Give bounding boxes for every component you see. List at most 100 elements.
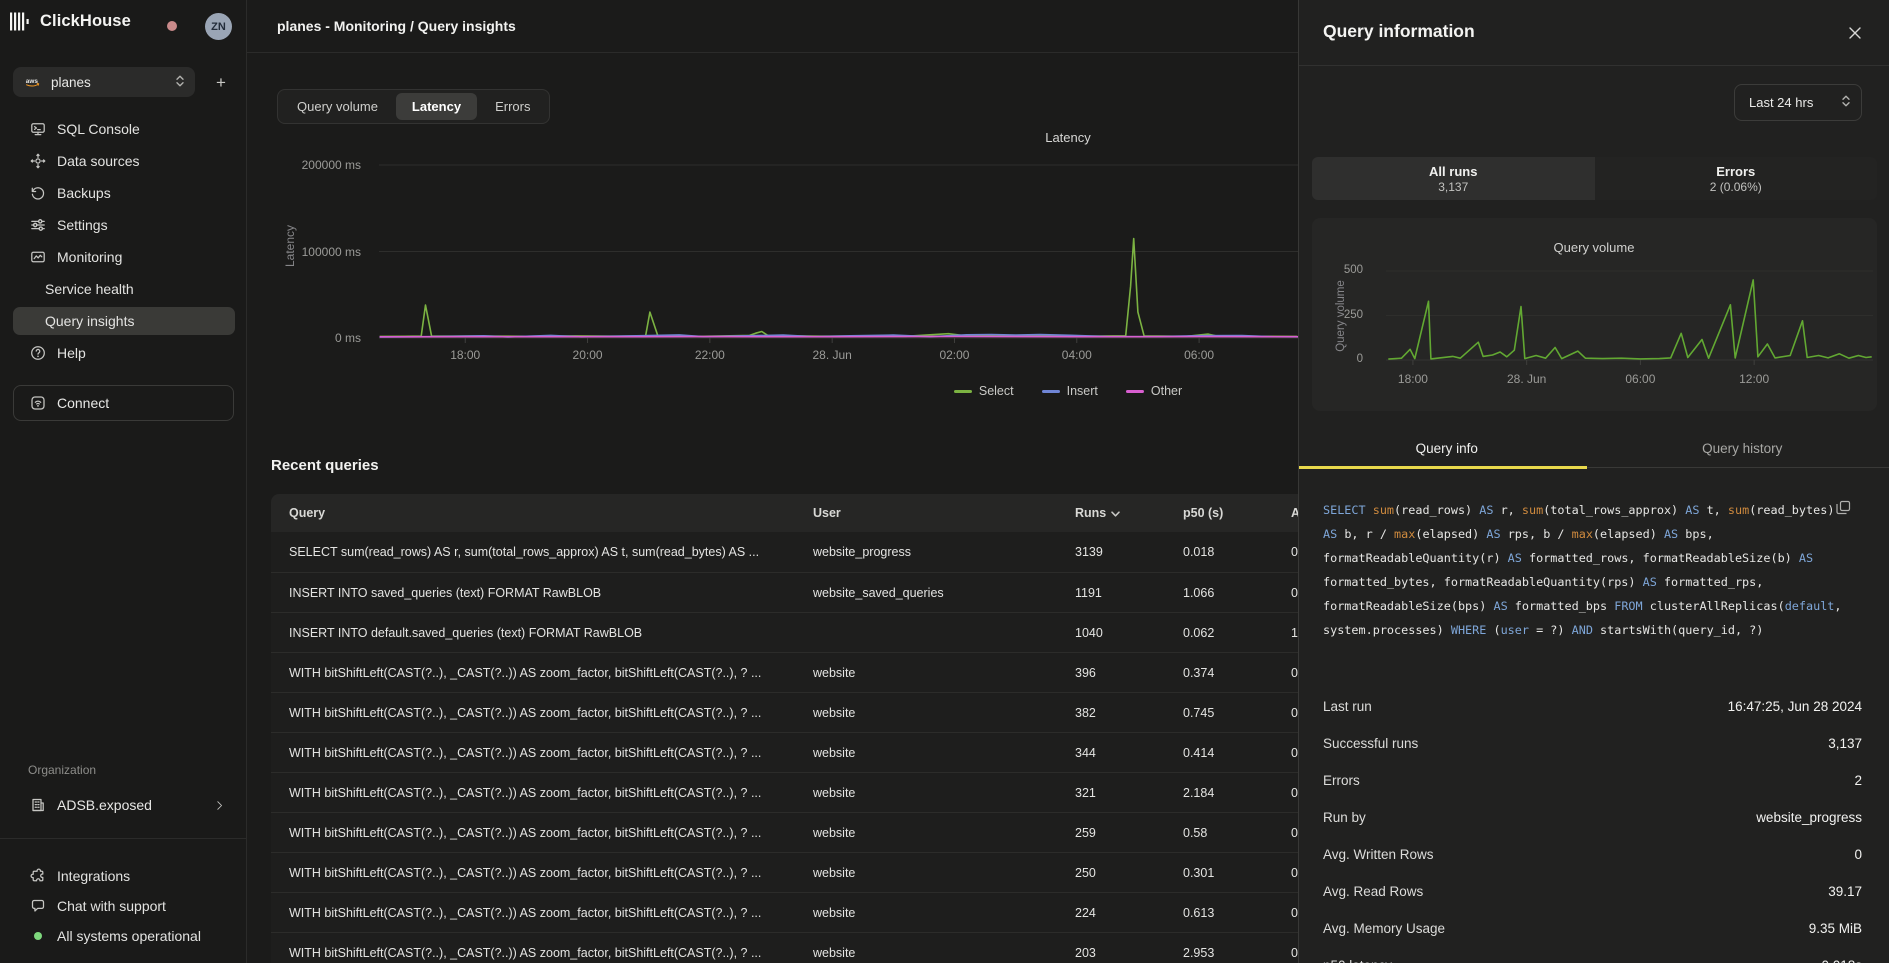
- table-row[interactable]: WITH bitShiftLeft(CAST(?..), _CAST(?..))…: [271, 772, 1361, 812]
- x-tick-label: 18:00: [1398, 372, 1428, 386]
- column-header-label: User: [813, 506, 841, 520]
- sidebar-item-chat-with-support[interactable]: Chat with support: [13, 892, 235, 920]
- stat-label: Last run: [1323, 699, 1372, 714]
- sidebar-item-service-health[interactable]: Service health: [13, 275, 235, 303]
- service-name: planes: [51, 75, 165, 90]
- latency-chart-title: Latency: [1045, 130, 1091, 145]
- tab-query-history[interactable]: Query history: [1595, 437, 1889, 467]
- table-row[interactable]: INSERT INTO default.saved_queries (text)…: [271, 612, 1361, 652]
- x-tick-label: 20:00: [573, 348, 603, 362]
- time-range-select[interactable]: Last 24 hrs: [1734, 84, 1862, 121]
- sidebar-item-query-insights[interactable]: Query insights: [13, 307, 235, 335]
- sidebar-item-all-systems-operational[interactable]: All systems operational: [13, 922, 235, 950]
- column-header-p50-s[interactable]: p50 (s): [1165, 506, 1273, 520]
- chevron-updown-icon: [1841, 94, 1851, 111]
- legend-label: Other: [1151, 384, 1182, 398]
- stat-value: 0.018s: [1821, 958, 1862, 963]
- panel-header: Query information: [1299, 0, 1889, 66]
- x-tick-label: 18:00: [450, 348, 480, 362]
- sidebar-item-label: Settings: [57, 217, 108, 233]
- runs-cell: 250: [1057, 866, 1165, 880]
- clickhouse-home-link[interactable]: ClickHouse: [10, 12, 131, 31]
- legend-label: Select: [979, 384, 1014, 398]
- connect-button[interactable]: Connect: [13, 385, 234, 421]
- tab-latency[interactable]: Latency: [396, 93, 477, 120]
- sidebar-item-label: Monitoring: [57, 249, 122, 265]
- x-tick-label: 22:00: [695, 348, 725, 362]
- column-header-user[interactable]: User: [795, 506, 1057, 520]
- stat-label: p50 latency: [1323, 958, 1392, 963]
- sidebar-item-sql-console[interactable]: SQL Console: [13, 115, 235, 143]
- close-icon[interactable]: [1847, 25, 1863, 41]
- summary-tab-errors[interactable]: Errors2 (0.06%): [1595, 157, 1878, 200]
- table-row[interactable]: SELECT sum(read_rows) AS r, sum(total_ro…: [271, 532, 1361, 572]
- p50-cell: 0.414: [1165, 746, 1273, 760]
- tab-errors[interactable]: Errors: [479, 93, 546, 120]
- legend-swatch: [954, 390, 972, 393]
- legend-item-select[interactable]: Select: [954, 384, 1014, 398]
- legend-item-other[interactable]: Other: [1126, 384, 1182, 398]
- p50-cell: 2.184: [1165, 786, 1273, 800]
- sidebar-item-data-sources[interactable]: Data sources: [13, 147, 235, 175]
- query-stats-list: Last run 16:47:25, Jun 28 2024 Successful …: [1323, 688, 1862, 963]
- column-header-query[interactable]: Query: [271, 506, 795, 520]
- tab-query-info[interactable]: Query info: [1299, 437, 1595, 467]
- add-service-button[interactable]: +: [210, 72, 232, 94]
- runs-cell: 396: [1057, 666, 1165, 680]
- summary-tab-label: All runs: [1429, 164, 1477, 179]
- monitoring-icon: [30, 249, 46, 265]
- sidebar-item-monitoring[interactable]: Monitoring: [13, 243, 235, 271]
- organization-switcher[interactable]: ADSB.exposed: [13, 791, 235, 819]
- column-header-runs[interactable]: Runs: [1057, 506, 1165, 520]
- query-cell: WITH bitShiftLeft(CAST(?..), _CAST(?..))…: [271, 666, 795, 680]
- table-row[interactable]: WITH bitShiftLeft(CAST(?..), _CAST(?..))…: [271, 652, 1361, 692]
- query-cell: WITH bitShiftLeft(CAST(?..), _CAST(?..))…: [271, 706, 795, 720]
- query-cell: SELECT sum(read_rows) AS r, sum(total_ro…: [271, 545, 795, 559]
- stat-row-avg-read-rows: Avg. Read Rows39.17: [1323, 873, 1862, 910]
- user-avatar[interactable]: ZN: [205, 13, 232, 40]
- copy-icon[interactable]: [1836, 500, 1851, 515]
- table-row[interactable]: WITH bitShiftLeft(CAST(?..), _CAST(?..))…: [271, 732, 1361, 772]
- stat-value: 16:47:25, Jun 28 2024: [1728, 699, 1862, 714]
- query-cell: WITH bitShiftLeft(CAST(?..), _CAST(?..))…: [271, 826, 795, 840]
- table-row[interactable]: WITH bitShiftLeft(CAST(?..), _CAST(?..))…: [271, 932, 1361, 963]
- active-tab-underline: [1299, 466, 1587, 469]
- query-cell: WITH bitShiftLeft(CAST(?..), _CAST(?..))…: [271, 906, 795, 920]
- table-row[interactable]: INSERT INTO saved_queries (text) FORMAT …: [271, 572, 1361, 612]
- table-row[interactable]: WITH bitShiftLeft(CAST(?..), _CAST(?..))…: [271, 812, 1361, 852]
- summary-tab-all-runs[interactable]: All runs3,137: [1312, 157, 1595, 200]
- tab-query-volume[interactable]: Query volume: [281, 93, 394, 120]
- table-row[interactable]: WITH bitShiftLeft(CAST(?..), _CAST(?..))…: [271, 692, 1361, 732]
- p50-cell: 2.953: [1165, 946, 1273, 960]
- puzzle-icon: [30, 868, 46, 884]
- stat-row-avg-written-rows: Avg. Written Rows0: [1323, 836, 1862, 873]
- p50-cell: 1.066: [1165, 586, 1273, 600]
- x-tick-label: 12:00: [1739, 372, 1769, 386]
- sidebar-item-settings[interactable]: Settings: [13, 211, 235, 239]
- sidebar-item-label: Chat with support: [57, 898, 166, 914]
- sidebar-item-backups[interactable]: Backups: [13, 179, 235, 207]
- service-selector[interactable]: aws planes: [13, 67, 195, 97]
- summary-tab-value: 2 (0.06%): [1710, 180, 1762, 194]
- stat-label: Successful runs: [1323, 736, 1418, 751]
- sidebar-item-integrations[interactable]: Integrations: [13, 862, 235, 890]
- legend-item-insert[interactable]: Insert: [1042, 384, 1098, 398]
- sql-line: formatted_bytes, formatReadableQuantity(…: [1323, 570, 1868, 594]
- p50-cell: 0.58: [1165, 826, 1273, 840]
- stat-label: Avg. Memory Usage: [1323, 921, 1445, 936]
- backups-icon: [30, 185, 46, 201]
- table-row[interactable]: WITH bitShiftLeft(CAST(?..), _CAST(?..))…: [271, 852, 1361, 892]
- sidebar-item-help[interactable]: Help: [13, 339, 235, 367]
- sql-line: formatReadableQuantity(r) AS formatted_r…: [1323, 546, 1868, 570]
- x-tick-label: 28. Jun: [1507, 372, 1546, 386]
- x-tick-label: 04:00: [1062, 348, 1092, 362]
- brand-name: ClickHouse: [40, 12, 131, 31]
- column-header-label: p50 (s): [1183, 506, 1223, 520]
- query-volume-y-ticks: 0250500: [1299, 258, 1375, 368]
- chart-legend: Select Insert Other: [868, 384, 1268, 398]
- sidebar: ClickHouse ZN aws planes + SQL Console Da…: [0, 0, 247, 963]
- status-dot-icon: [34, 932, 42, 940]
- sidebar-item-label: All systems operational: [57, 928, 201, 944]
- y-tick-label: 250: [1344, 308, 1363, 322]
- table-row[interactable]: WITH bitShiftLeft(CAST(?..), _CAST(?..))…: [271, 892, 1361, 932]
